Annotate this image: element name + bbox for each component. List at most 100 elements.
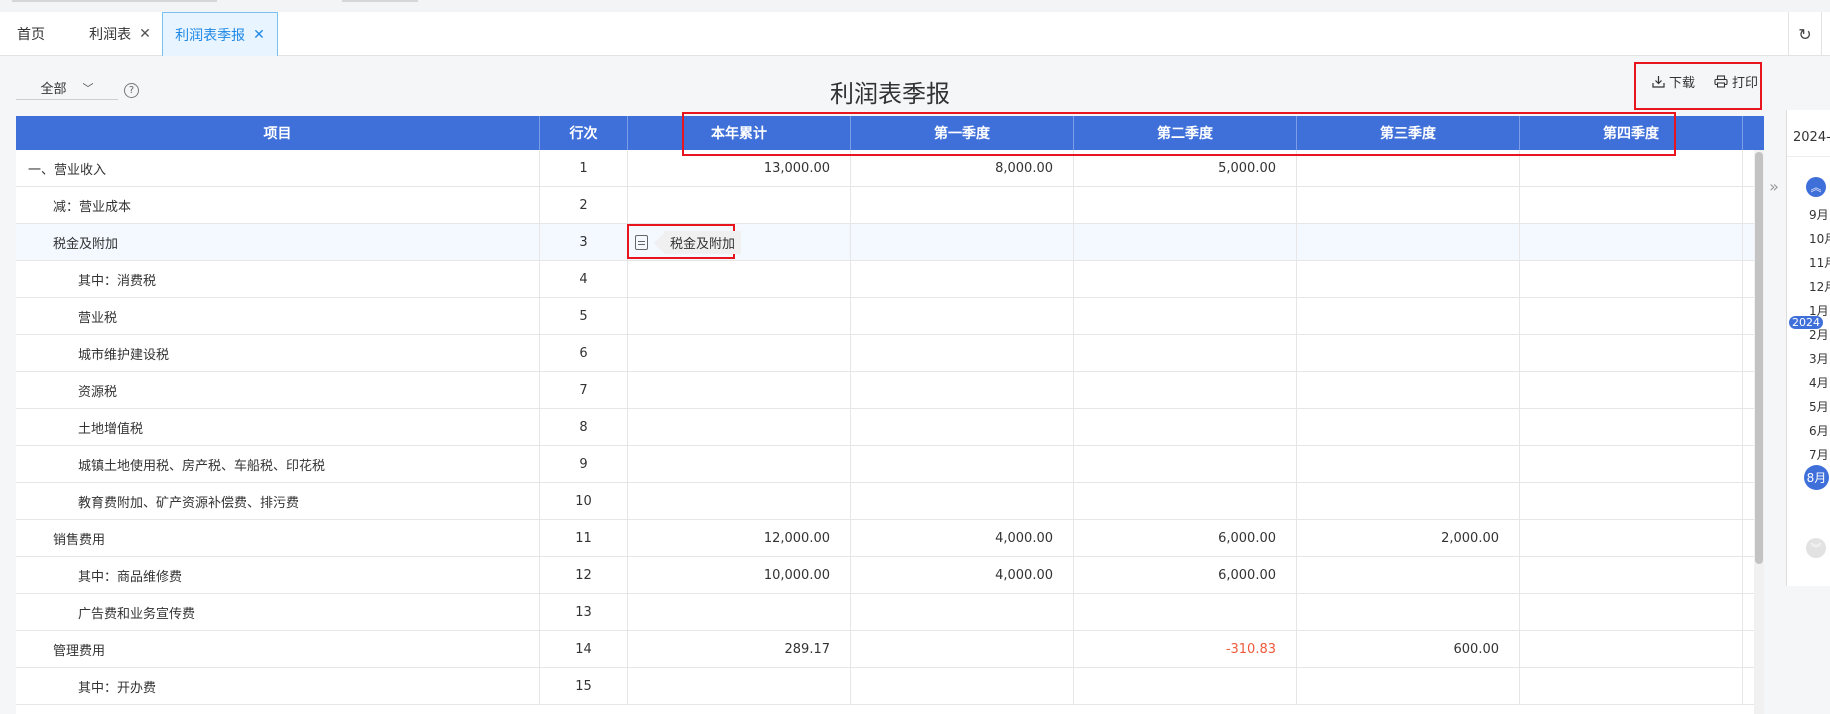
month-item[interactable]: 4月	[1809, 374, 1829, 391]
cell-q2[interactable]: 6,000.00	[1074, 557, 1297, 593]
table-row[interactable]: 营业税 5	[16, 298, 1764, 335]
cell-q2[interactable]	[1074, 224, 1297, 260]
cell-q2[interactable]	[1074, 594, 1297, 630]
cell-q1[interactable]	[851, 261, 1074, 297]
cell-q1[interactable]	[851, 668, 1074, 704]
cell-q1[interactable]	[851, 483, 1074, 519]
cell-q4[interactable]	[1520, 446, 1743, 482]
cell-ytd[interactable]	[628, 372, 851, 408]
cell-q1[interactable]	[851, 224, 1074, 260]
cell-q4[interactable]	[1520, 594, 1743, 630]
cell-q3[interactable]	[1297, 409, 1520, 445]
table-row[interactable]: 减：营业成本 2	[16, 187, 1764, 224]
filter-select[interactable]: 全部 ﹀	[16, 76, 118, 100]
table-row[interactable]: 销售费用 11 12,000.00 4,000.00 6,000.00 2,000.00	[16, 520, 1764, 557]
cell-ytd[interactable]: 10,000.00	[628, 557, 851, 593]
cell-ytd[interactable]	[628, 483, 851, 519]
cell-q2[interactable]: 6,000.00	[1074, 520, 1297, 556]
cell-q2[interactable]	[1074, 409, 1297, 445]
cell-q3[interactable]	[1297, 298, 1520, 334]
cell-q2[interactable]	[1074, 298, 1297, 334]
table-row[interactable]: 税金及附加 3	[16, 224, 1764, 261]
cell-ytd[interactable]	[628, 409, 851, 445]
cell-q4[interactable]	[1520, 335, 1743, 371]
help-icon[interactable]: ?	[124, 83, 139, 98]
cell-q4[interactable]	[1520, 631, 1743, 667]
cell-q4[interactable]	[1520, 187, 1743, 223]
cell-q3[interactable]	[1297, 668, 1520, 704]
cell-q3[interactable]	[1297, 261, 1520, 297]
table-row[interactable]: 其中：消费税 4	[16, 261, 1764, 298]
cell-q3[interactable]	[1297, 187, 1520, 223]
table-row[interactable]: 广告费和业务宣传费 13	[16, 594, 1764, 631]
cell-q4[interactable]	[1520, 261, 1743, 297]
month-item[interactable]: 7月	[1809, 446, 1829, 463]
month-item[interactable]: 11月	[1809, 254, 1830, 271]
cell-q3[interactable]	[1297, 335, 1520, 371]
cell-q2[interactable]	[1074, 668, 1297, 704]
scrollbar-thumb[interactable]	[1755, 152, 1763, 564]
cell-q4[interactable]	[1520, 224, 1743, 260]
cell-q3[interactable]: 600.00	[1297, 631, 1520, 667]
cell-ytd[interactable]: 12,000.00	[628, 520, 851, 556]
refresh-button[interactable]: ↻	[1788, 12, 1822, 56]
cell-ytd[interactable]	[628, 446, 851, 482]
current-date[interactable]: 2024-0	[1793, 130, 1830, 145]
cell-q1[interactable]	[851, 372, 1074, 408]
cell-q2[interactable]	[1074, 187, 1297, 223]
cell-q3[interactable]	[1297, 372, 1520, 408]
cell-q4[interactable]	[1520, 520, 1743, 556]
month-item[interactable]: 3月	[1809, 350, 1829, 367]
cell-q4[interactable]	[1520, 483, 1743, 519]
cell-ytd[interactable]	[628, 594, 851, 630]
table-row[interactable]: 其中：开办费 15	[16, 668, 1764, 705]
cell-q3[interactable]	[1297, 557, 1520, 593]
table-row[interactable]: 管理费用 14 289.17 -310.83 600.00	[16, 631, 1764, 668]
month-item[interactable]: 8月	[1804, 465, 1829, 490]
month-item[interactable]: 9月	[1809, 206, 1829, 223]
cell-q4[interactable]	[1520, 372, 1743, 408]
cell-q3[interactable]: 2,000.00	[1297, 520, 1520, 556]
cell-q4[interactable]	[1520, 557, 1743, 593]
close-icon[interactable]: ✕	[139, 26, 151, 42]
cell-q1[interactable]	[851, 298, 1074, 334]
cell-q3[interactable]	[1297, 483, 1520, 519]
download-button[interactable]: 下载	[1652, 72, 1695, 91]
cell-q2[interactable]	[1074, 261, 1297, 297]
cell-q3[interactable]	[1297, 224, 1520, 260]
cell-q2[interactable]: -310.83	[1074, 631, 1297, 667]
double-chevron-right-icon[interactable]: »	[1764, 172, 1784, 200]
cell-q2[interactable]	[1074, 372, 1297, 408]
cell-q1[interactable]	[851, 409, 1074, 445]
print-button[interactable]: 打印	[1714, 72, 1758, 91]
table-row[interactable]: 其中：商品维修费 12 10,000.00 4,000.00 6,000.00	[16, 557, 1764, 594]
vertical-scrollbar[interactable]	[1754, 150, 1764, 714]
cell-q2[interactable]	[1074, 446, 1297, 482]
month-item[interactable]: 10月	[1809, 230, 1830, 247]
cell-q1[interactable]	[851, 335, 1074, 371]
cell-q1[interactable]	[851, 594, 1074, 630]
table-row[interactable]: 资源税 7	[16, 372, 1764, 409]
cell-q3[interactable]	[1297, 594, 1520, 630]
table-row[interactable]: 城市维护建设税 6	[16, 335, 1764, 372]
cell-q1[interactable]: 4,000.00	[851, 520, 1074, 556]
cell-q1[interactable]	[851, 187, 1074, 223]
cell-q1[interactable]	[851, 631, 1074, 667]
cell-q2[interactable]	[1074, 335, 1297, 371]
cell-ytd[interactable]	[628, 298, 851, 334]
chevron-down-icon[interactable]: ︾	[1806, 538, 1826, 558]
cell-ytd[interactable]	[628, 261, 851, 297]
cell-q4[interactable]	[1520, 298, 1743, 334]
cell-q2[interactable]	[1074, 483, 1297, 519]
cell-ytd[interactable]	[628, 335, 851, 371]
cell-q1[interactable]: 4,000.00	[851, 557, 1074, 593]
cell-q1[interactable]	[851, 446, 1074, 482]
tab-quarterly-income-statement[interactable]: 利润表季报 ✕	[162, 12, 278, 56]
table-row[interactable]: 教育费附加、矿产资源补偿费、排污费 10	[16, 483, 1764, 520]
tab-home[interactable]: 首页	[0, 12, 62, 56]
cell-ytd[interactable]	[628, 668, 851, 704]
month-item[interactable]: 6月	[1809, 422, 1829, 439]
chevron-up-icon[interactable]: ︽	[1806, 177, 1826, 197]
cell-ytd[interactable]	[628, 187, 851, 223]
cell-q4[interactable]	[1520, 668, 1743, 704]
